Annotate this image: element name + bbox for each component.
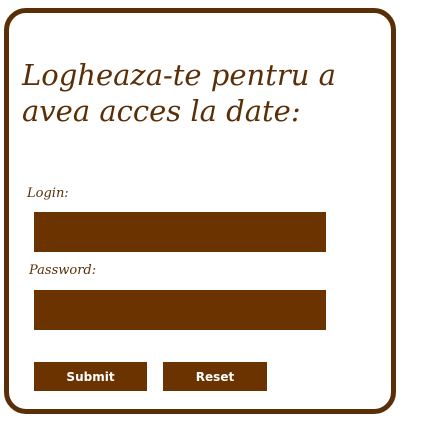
login-heading: Logheaza-te pentru a avea acces la date:	[22, 58, 336, 128]
submit-button[interactable]: Submit	[34, 362, 147, 391]
password-label: Password:	[29, 263, 97, 278]
password-input[interactable]	[34, 290, 326, 330]
login-label: Login:	[27, 186, 69, 201]
login-input[interactable]	[34, 212, 326, 252]
reset-button[interactable]: Reset	[163, 362, 267, 391]
